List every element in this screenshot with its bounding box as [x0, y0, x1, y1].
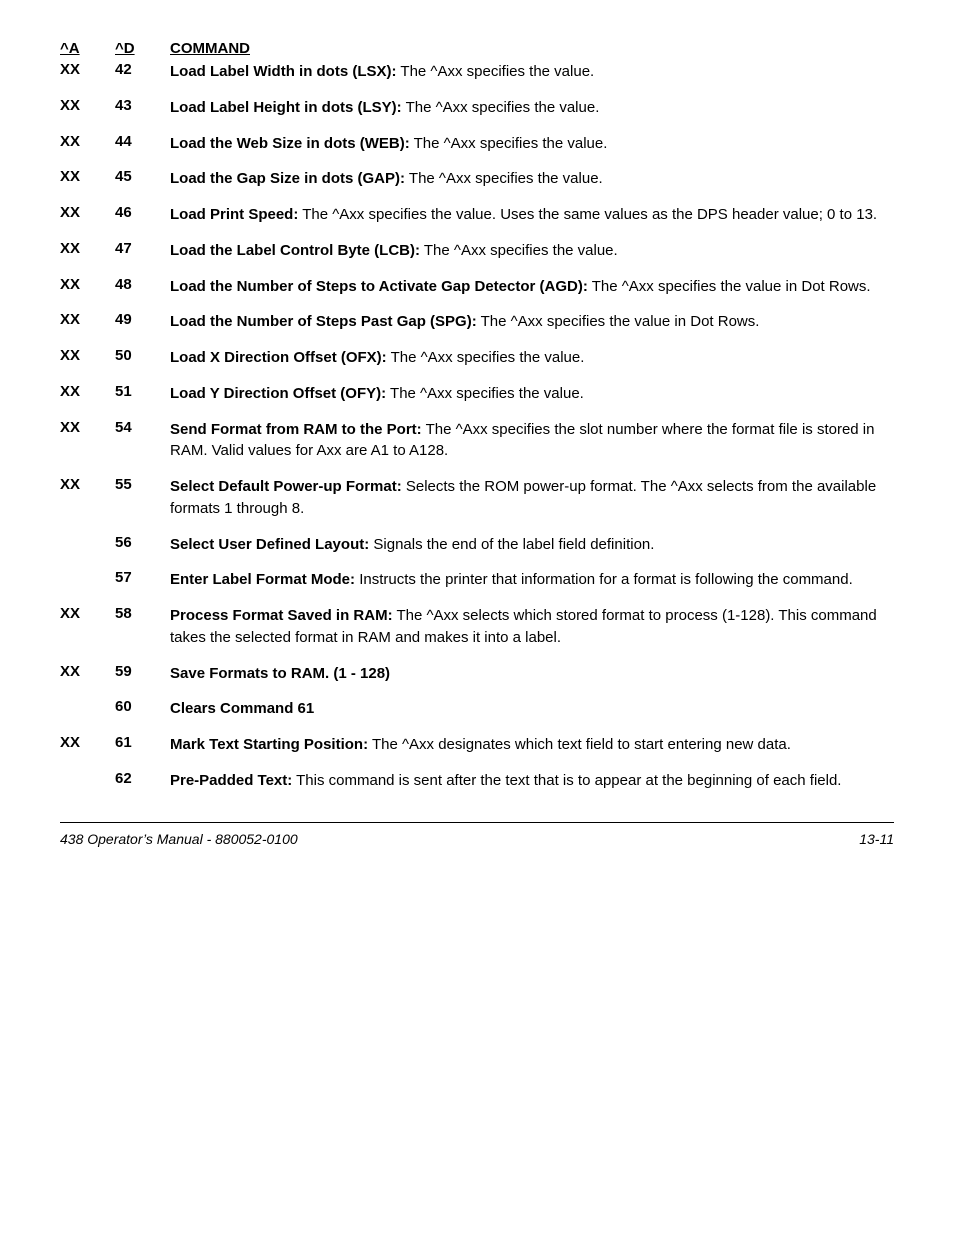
table-row: XX49Load the Number of Steps Past Gap (S…: [60, 311, 894, 333]
footer-left: 438 Operator’s Manual - 880052-0100: [60, 831, 298, 847]
table-row: 62Pre-Padded Text: This command is sent …: [60, 770, 894, 792]
entry-description: Load Label Height in dots (LSY): The ^Ax…: [170, 97, 894, 119]
entry-xx: XX: [60, 240, 115, 257]
table-header: ^A ^D COMMAND: [60, 40, 894, 57]
entry-number: 42: [115, 61, 170, 78]
table-row: 60Clears Command 61: [60, 698, 894, 720]
entry-description: Load Y Direction Offset (OFY): The ^Axx …: [170, 383, 894, 405]
table-row: XX43Load Label Height in dots (LSY): The…: [60, 97, 894, 119]
entry-description: Load X Direction Offset (OFX): The ^Axx …: [170, 347, 894, 369]
entry-xx: XX: [60, 133, 115, 150]
table-row: XX45Load the Gap Size in dots (GAP): The…: [60, 168, 894, 190]
entry-description: Select User Defined Layout: Signals the …: [170, 534, 894, 556]
entry-description: Send Format from RAM to the Port: The ^A…: [170, 419, 894, 463]
table-row: XX42Load Label Width in dots (LSX): The …: [60, 61, 894, 83]
entry-number: 55: [115, 476, 170, 493]
table-row: XX58Process Format Saved in RAM: The ^Ax…: [60, 605, 894, 649]
entry-number: 49: [115, 311, 170, 328]
entry-description: Pre-Padded Text: This command is sent af…: [170, 770, 894, 792]
entry-description: Save Formats to RAM. (1 - 128): [170, 663, 894, 685]
entry-description: Mark Text Starting Position: The ^Axx de…: [170, 734, 894, 756]
page-content: ^A ^D COMMAND XX42Load Label Width in do…: [60, 40, 894, 847]
table-row: XX44Load the Web Size in dots (WEB): The…: [60, 133, 894, 155]
entry-xx: XX: [60, 419, 115, 436]
entry-xx: XX: [60, 734, 115, 751]
entry-number: 60: [115, 698, 170, 715]
entry-description: Load Print Speed: The ^Axx specifies the…: [170, 204, 894, 226]
entry-xx: XX: [60, 311, 115, 328]
table-row: XX48Load the Number of Steps to Activate…: [60, 276, 894, 298]
entry-number: 46: [115, 204, 170, 221]
entry-xx: XX: [60, 168, 115, 185]
entry-description: Load the Gap Size in dots (GAP): The ^Ax…: [170, 168, 894, 190]
table-row: XX61Mark Text Starting Position: The ^Ax…: [60, 734, 894, 756]
entry-description: Process Format Saved in RAM: The ^Axx se…: [170, 605, 894, 649]
table-row: XX55Select Default Power-up Format: Sele…: [60, 476, 894, 520]
table-row: 57Enter Label Format Mode: Instructs the…: [60, 569, 894, 591]
header-col-cmd: COMMAND: [170, 40, 894, 57]
entry-number: 61: [115, 734, 170, 751]
entry-xx: XX: [60, 347, 115, 364]
entry-xx: XX: [60, 605, 115, 622]
entry-description: Load the Number of Steps Past Gap (SPG):…: [170, 311, 894, 333]
entry-xx: XX: [60, 383, 115, 400]
entry-xx: XX: [60, 476, 115, 493]
entry-number: 47: [115, 240, 170, 257]
page-footer: 438 Operator’s Manual - 880052-0100 13-1…: [60, 822, 894, 847]
entry-number: 62: [115, 770, 170, 787]
footer-right: 13-11: [859, 831, 894, 847]
table-row: XX54Send Format from RAM to the Port: Th…: [60, 419, 894, 463]
entry-description: Load the Web Size in dots (WEB): The ^Ax…: [170, 133, 894, 155]
entry-description: Select Default Power-up Format: Selects …: [170, 476, 894, 520]
entry-number: 50: [115, 347, 170, 364]
header-col-a: ^A: [60, 40, 115, 57]
entry-xx: XX: [60, 204, 115, 221]
entry-number: 59: [115, 663, 170, 680]
entry-xx: XX: [60, 61, 115, 78]
table-row: XX47Load the Label Control Byte (LCB): T…: [60, 240, 894, 262]
entry-number: 45: [115, 168, 170, 185]
entry-xx: XX: [60, 276, 115, 293]
entry-description: Load Label Width in dots (LSX): The ^Axx…: [170, 61, 894, 83]
table-row: XX46Load Print Speed: The ^Axx specifies…: [60, 204, 894, 226]
table-row: XX59Save Formats to RAM. (1 - 128): [60, 663, 894, 685]
entry-number: 57: [115, 569, 170, 586]
entry-number: 44: [115, 133, 170, 150]
entry-number: 56: [115, 534, 170, 551]
entry-number: 51: [115, 383, 170, 400]
header-col-d: ^D: [115, 40, 170, 57]
entry-number: 43: [115, 97, 170, 114]
entry-xx: XX: [60, 663, 115, 680]
entry-number: 48: [115, 276, 170, 293]
entry-description: Enter Label Format Mode: Instructs the p…: [170, 569, 894, 591]
entry-number: 58: [115, 605, 170, 622]
entries-container: XX42Load Label Width in dots (LSX): The …: [60, 61, 894, 792]
entry-description: Load the Label Control Byte (LCB): The ^…: [170, 240, 894, 262]
table-row: XX51Load Y Direction Offset (OFY): The ^…: [60, 383, 894, 405]
entry-description: Load the Number of Steps to Activate Gap…: [170, 276, 894, 298]
entry-description: Clears Command 61: [170, 698, 894, 720]
table-row: XX50Load X Direction Offset (OFX): The ^…: [60, 347, 894, 369]
table-row: 56Select User Defined Layout: Signals th…: [60, 534, 894, 556]
entry-xx: XX: [60, 97, 115, 114]
entry-number: 54: [115, 419, 170, 436]
